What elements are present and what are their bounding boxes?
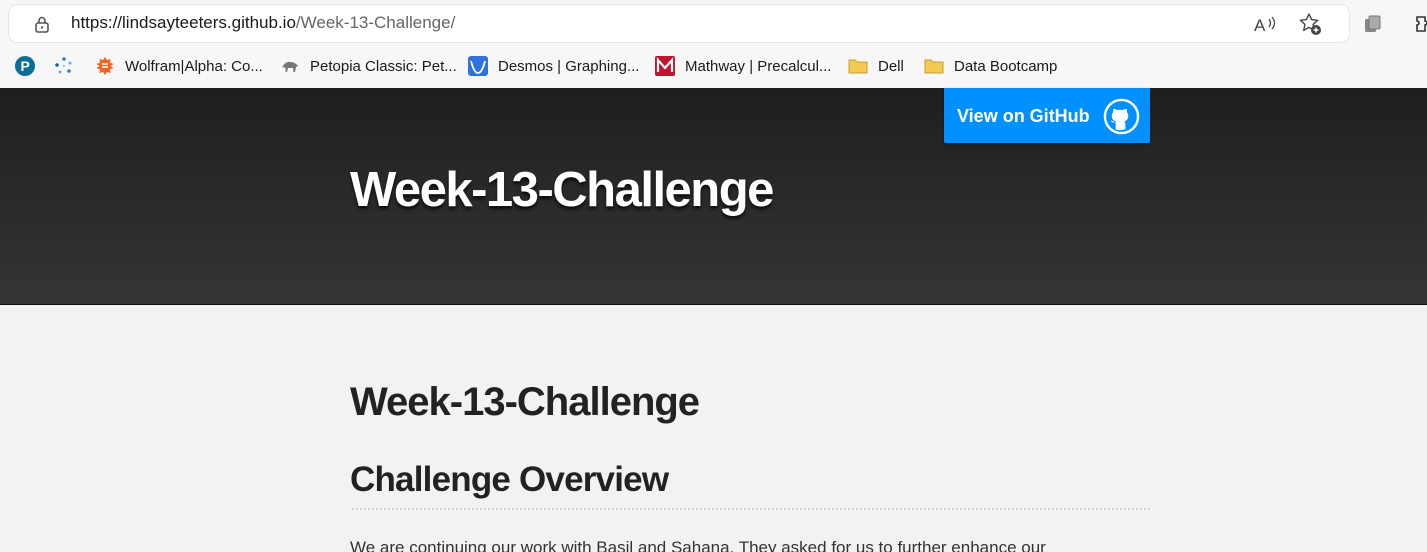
collections-icon[interactable]	[1362, 13, 1384, 35]
extensions-icon[interactable]	[1415, 13, 1427, 35]
pearson-icon: P	[15, 56, 35, 76]
github-button-label: View on GitHub	[957, 106, 1090, 126]
github-octocat-icon	[1103, 98, 1140, 135]
bookmark-petopia[interactable]: Petopia Classic: Pet...	[280, 53, 457, 79]
bookmark-wolfram[interactable]: Wolfram|Alpha: Co...	[95, 53, 263, 79]
bookmark-desmos[interactable]: Desmos | Graphing...	[468, 53, 639, 79]
read-aloud-icon[interactable]: A	[1253, 13, 1277, 35]
bookmark-pearson[interactable]: P	[15, 53, 45, 79]
svg-text:A: A	[1254, 16, 1266, 35]
section-heading-challenge-overview: Challenge Overview	[350, 460, 669, 499]
folder-icon	[924, 59, 944, 74]
sparkle-icon	[55, 57, 72, 74]
bookmark-sparkle[interactable]	[54, 53, 84, 79]
bookmark-mathway[interactable]: Mathway | Precalcul...	[655, 53, 831, 79]
bookmark-label: Dell	[878, 57, 904, 75]
add-favorite-icon[interactable]	[1298, 12, 1322, 36]
heading-divider	[352, 508, 1150, 510]
bookmark-folder-data-bootcamp[interactable]: Data Bootcamp	[924, 53, 1057, 79]
folder-icon	[848, 59, 868, 74]
bookmark-folder-dell[interactable]: Dell	[848, 53, 904, 79]
mathway-icon	[655, 56, 675, 76]
view-on-github-button[interactable]: View on GitHub	[944, 88, 1150, 143]
bookmark-label: Petopia Classic: Pet...	[310, 57, 457, 75]
bookmark-label: Desmos | Graphing...	[498, 57, 640, 75]
petopia-icon	[282, 61, 298, 72]
address-bar[interactable]: https://lindsayteeters.github.io/Week-13…	[9, 5, 1349, 42]
lock-icon[interactable]	[32, 14, 52, 34]
overview-paragraph: We are continuing our work with Basil an…	[350, 538, 1046, 552]
url-path: /Week-13-Challenge/	[295, 13, 456, 32]
page-heading: Week-13-Challenge	[350, 380, 700, 424]
url-host: https://lindsayteeters.github.io	[71, 13, 296, 32]
wolfram-icon	[96, 57, 114, 75]
bookmark-label: Wolfram|Alpha: Co...	[125, 57, 263, 75]
bookmark-label: Data Bootcamp	[954, 57, 1058, 75]
project-title: Week-13-Challenge	[350, 163, 774, 217]
bookmark-label: Mathway | Precalcul...	[685, 57, 832, 75]
main-content: Week-13-Challenge Challenge Overview We …	[350, 305, 1150, 552]
url-text[interactable]: https://lindsayteeters.github.io/Week-13…	[71, 13, 455, 33]
desmos-icon	[468, 56, 488, 76]
browser-toolbar: https://lindsayteeters.github.io/Week-13…	[0, 0, 1427, 88]
svg-text:P: P	[21, 58, 30, 74]
